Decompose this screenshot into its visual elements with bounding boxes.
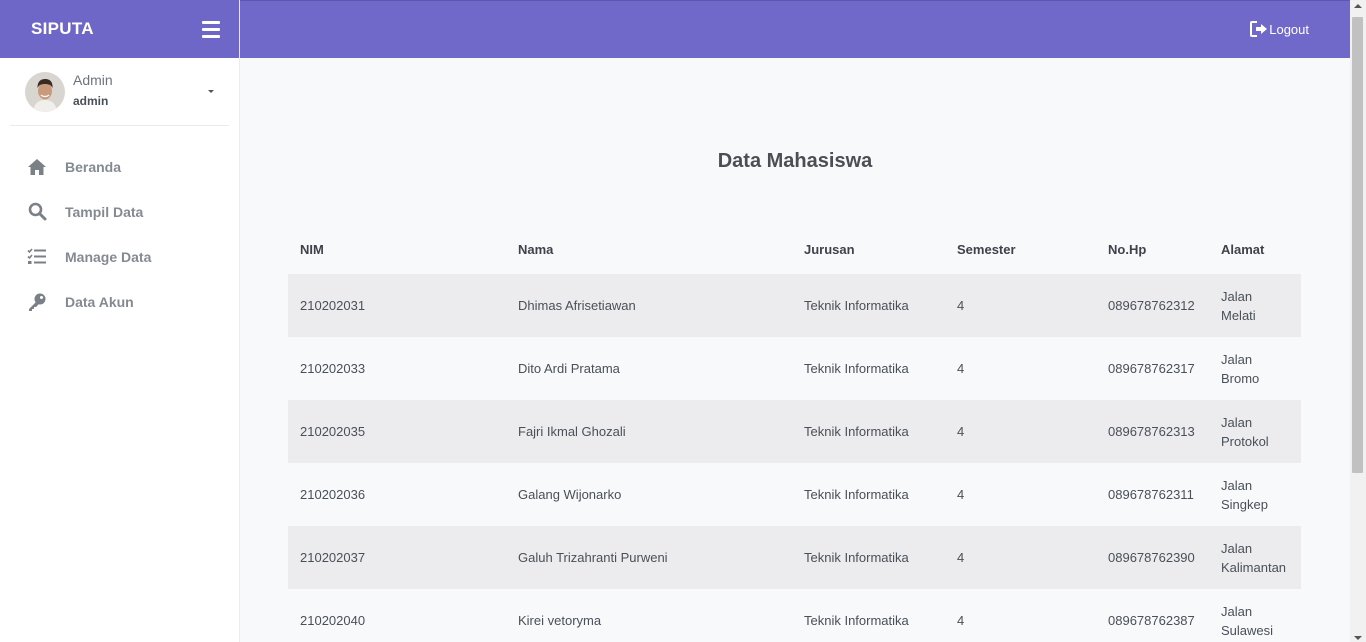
sidebar-item-label: Data Akun — [65, 293, 134, 310]
main-content: Data Mahasiswa NIM Nama Jurusan Semester… — [240, 58, 1350, 642]
cell-semester: 4 — [945, 526, 1096, 589]
cell-nama: Galuh Trizahranti Purweni — [506, 526, 792, 589]
hamburger-menu-icon[interactable] — [202, 20, 220, 38]
column-header-nim: NIM — [300, 241, 324, 257]
cell-nim: 210202040 — [300, 613, 366, 628]
scroll-up-arrow-icon[interactable] — [1354, 4, 1362, 8]
sidebar: SIPUTA Admin admin Beranda Tampil Data M… — [0, 0, 240, 642]
cell-nama: Kirei vetoryma — [518, 613, 602, 628]
table-row: 210202036 Galang Wijonarko Teknik Inform… — [288, 463, 1301, 526]
table-row: 210202037 Galuh Trizahranti Purweni Tekn… — [288, 526, 1301, 589]
cell-nohp: 089678762313 — [1096, 400, 1209, 463]
vertical-scrollbar[interactable] — [1350, 0, 1366, 642]
sidebar-item-beranda[interactable]: Beranda — [0, 144, 239, 189]
search-icon — [27, 202, 47, 222]
user-panel[interactable]: Admin admin — [10, 58, 229, 126]
logout-button[interactable]: Logout — [1250, 21, 1309, 37]
cell-nohp: 089678762312 — [1096, 274, 1209, 337]
cell-nim: 210202035 — [288, 400, 506, 463]
cell-alamat: Jalan Melati — [1209, 274, 1301, 337]
caret-down-icon[interactable] — [208, 90, 214, 93]
user-name: Admin — [73, 71, 113, 88]
cell-alamat: Jalan Singkep — [1221, 477, 1268, 512]
avatar — [25, 71, 65, 112]
cell-nama: Fajri Ikmal Ghozali — [506, 400, 792, 463]
cell-jurusan: Teknik Informatika — [804, 361, 909, 376]
column-header-jurusan: Jurusan — [804, 241, 855, 257]
cell-alamat: Jalan Kalimantan — [1209, 526, 1301, 589]
column-header-alamat: Alamat — [1221, 241, 1265, 257]
cell-nama: Dito Ardi Pratama — [518, 361, 620, 376]
cell-semester: 4 — [957, 613, 965, 628]
sidebar-item-data-akun[interactable]: Data Akun — [0, 279, 239, 324]
user-role: admin — [73, 93, 109, 108]
cell-semester: 4 — [945, 274, 1096, 337]
logout-label: Logout — [1269, 21, 1309, 37]
cell-nim: 210202037 — [288, 526, 506, 589]
cell-semester: 4 — [957, 361, 965, 376]
cell-nama: Galang Wijonarko — [518, 487, 622, 502]
table-row: 210202040 Kirei vetoryma Teknik Informat… — [288, 589, 1301, 642]
cell-alamat: Jalan Sulawesi — [1221, 603, 1274, 638]
cell-alamat: Jalan Bromo — [1221, 351, 1260, 386]
cell-nohp: 089678762387 — [1108, 613, 1195, 628]
list-check-icon — [27, 247, 47, 267]
sidebar-nav: Beranda Tampil Data Manage Data Data Aku… — [0, 144, 239, 324]
cell-jurusan: Teknik Informatika — [804, 613, 909, 628]
cell-nama: Dhimas Afrisetiawan — [506, 274, 792, 337]
cell-nohp: 089678762311 — [1108, 487, 1194, 502]
table-row: 210202031 Dhimas Afrisetiawan Teknik Inf… — [288, 274, 1301, 337]
cell-jurusan: Teknik Informatika — [804, 487, 909, 502]
cell-alamat: Jalan Protokol — [1209, 400, 1301, 463]
cell-jurusan: Teknik Informatika — [792, 526, 945, 589]
home-icon — [27, 157, 47, 177]
sidebar-item-tampil-data[interactable]: Tampil Data — [0, 189, 239, 234]
sidebar-item-label: Beranda — [65, 158, 122, 175]
cell-jurusan: Teknik Informatika — [792, 400, 945, 463]
top-navbar: Logout — [240, 0, 1350, 58]
table-row: 210202033 Dito Ardi Pratama Teknik Infor… — [288, 337, 1301, 400]
cell-semester: 4 — [957, 487, 965, 502]
brand-logo-text[interactable]: SIPUTA — [31, 19, 94, 39]
column-header-semester: Semester — [957, 241, 1016, 257]
student-table: NIM Nama Jurusan Semester No.Hp Alamat 2… — [288, 224, 1301, 642]
cell-nim: 210202033 — [300, 361, 366, 376]
scroll-down-arrow-icon[interactable] — [1354, 636, 1362, 640]
brand-bar: SIPUTA — [0, 0, 239, 58]
table-row: 210202035 Fajri Ikmal Ghozali Teknik Inf… — [288, 400, 1301, 463]
table-header-row: NIM Nama Jurusan Semester No.Hp Alamat — [288, 224, 1301, 274]
cell-jurusan: Teknik Informatika — [792, 274, 945, 337]
sign-out-icon — [1250, 21, 1268, 37]
sidebar-item-manage-data[interactable]: Manage Data — [0, 234, 239, 279]
cell-semester: 4 — [945, 400, 1096, 463]
scrollbar-thumb[interactable] — [1352, 17, 1363, 473]
cell-nim: 210202031 — [288, 274, 506, 337]
column-header-nohp: No.Hp — [1108, 241, 1147, 257]
sidebar-item-label: Tampil Data — [65, 203, 144, 220]
cell-nim: 210202036 — [300, 487, 366, 502]
page-title: Data Mahasiswa — [717, 150, 873, 172]
key-icon — [27, 292, 47, 312]
cell-nohp: 089678762317 — [1108, 361, 1195, 376]
sidebar-item-label: Manage Data — [65, 248, 152, 265]
column-header-nama: Nama — [518, 241, 554, 257]
cell-nohp: 089678762390 — [1096, 526, 1209, 589]
